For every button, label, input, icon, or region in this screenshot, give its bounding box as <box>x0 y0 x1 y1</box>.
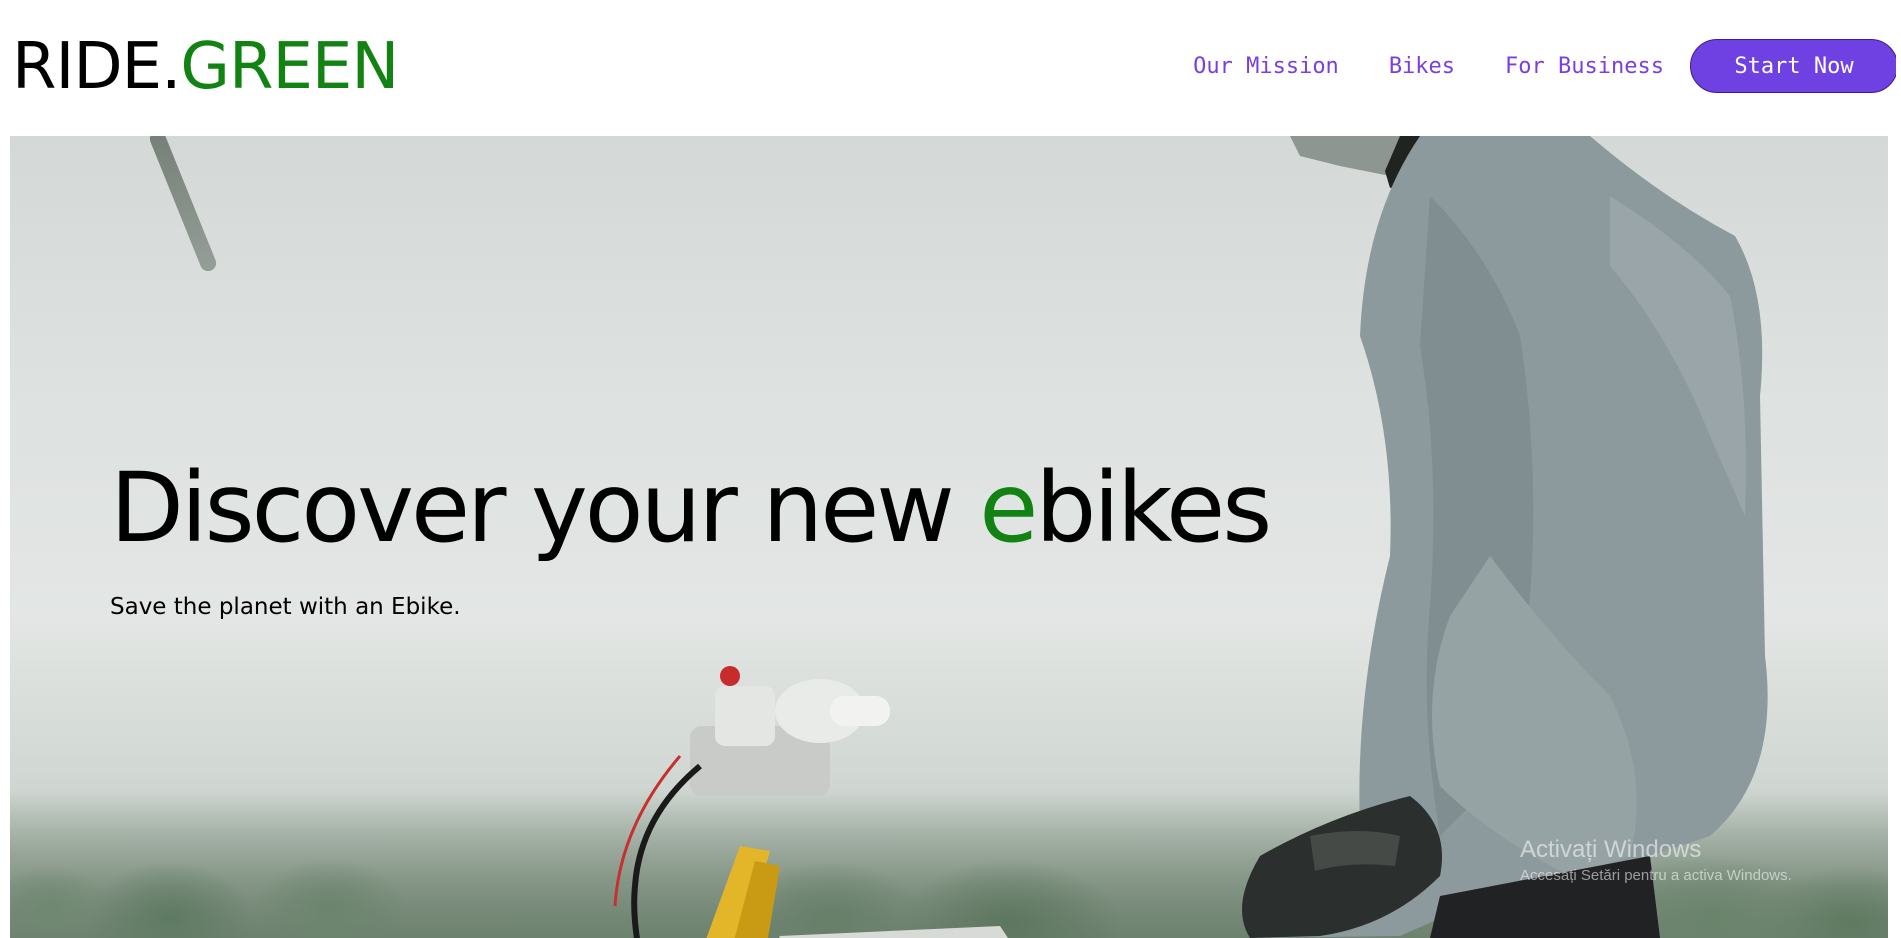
logo-prefix: RIDE. <box>12 30 181 104</box>
logo-accent: GREEN <box>180 30 399 104</box>
watermark-title: Activați Windows <box>1520 836 1702 863</box>
nav-link-bikes[interactable]: Bikes <box>1389 54 1455 79</box>
hero-section: Discover your new ebikes Save the planet… <box>10 136 1888 938</box>
watermark-subtitle: Accesați Setări pentru a activa Windows. <box>1520 867 1792 884</box>
hero-title-start: Discover your new <box>110 452 980 564</box>
wind-turbine-blade <box>147 136 219 274</box>
start-now-button[interactable]: Start Now <box>1690 39 1898 93</box>
nav-link-our-mission[interactable]: Our Mission <box>1193 54 1339 79</box>
nav-link-for-business[interactable]: For Business <box>1505 54 1664 79</box>
hero-title: Discover your new ebikes <box>110 448 1272 568</box>
ebike-handlebar <box>613 666 1008 938</box>
page-edge <box>1896 0 1901 938</box>
brand-logo[interactable]: RIDE.GREEN <box>12 24 399 110</box>
rider-photo <box>1242 136 1768 938</box>
main-nav: Our Mission Bikes For Business Start Now <box>1193 38 1898 94</box>
windows-activation-watermark: Activați Windows Accesați Setări pentru … <box>1520 835 1792 887</box>
hero-subtitle: Save the planet with an Ebike. <box>110 594 461 620</box>
hero-title-accent: e <box>979 452 1038 564</box>
site-header: RIDE.GREEN Our Mission Bikes For Busines… <box>0 0 1901 136</box>
hero-title-end: bikes <box>1035 452 1272 564</box>
